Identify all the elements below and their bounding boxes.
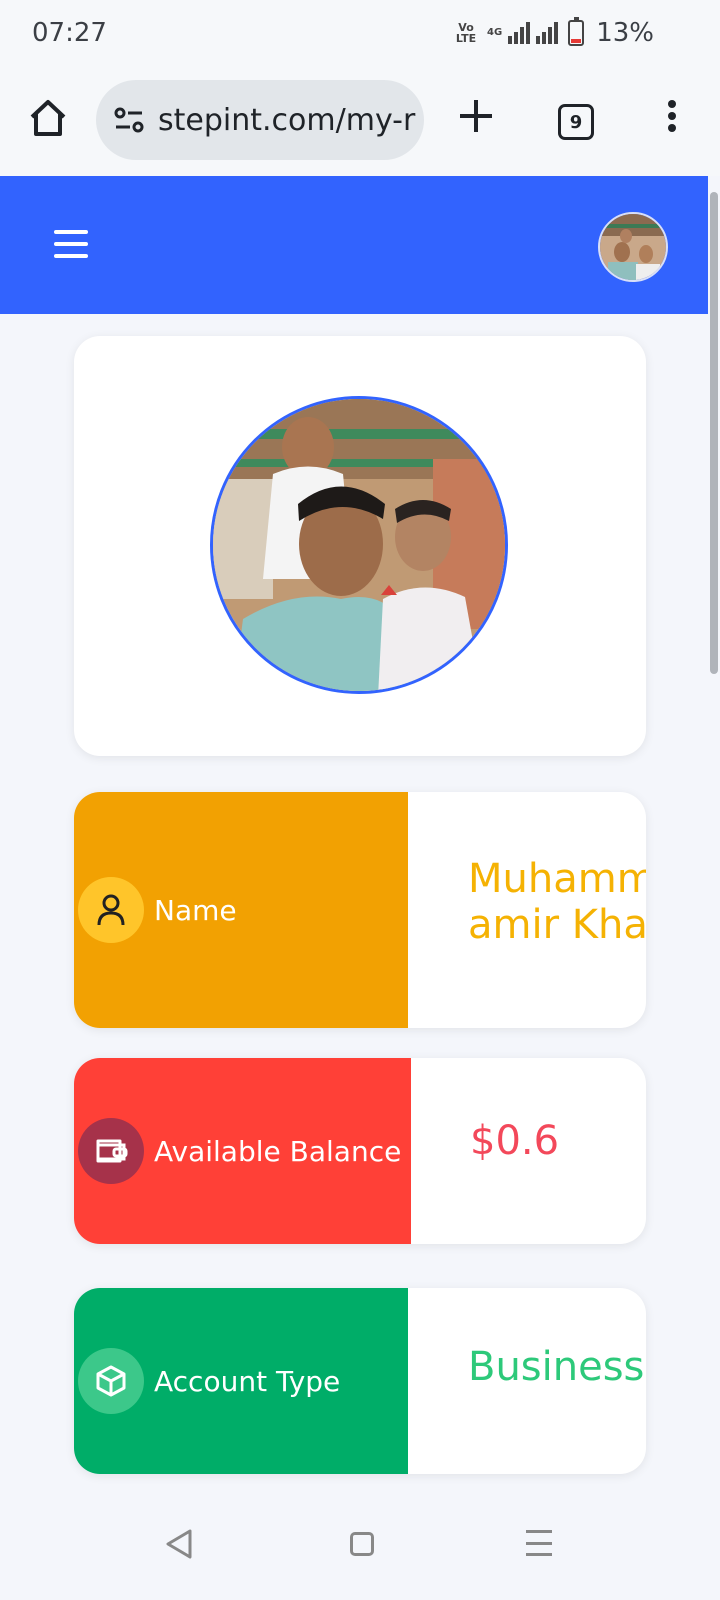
account-type-label: Account Type: [154, 1364, 341, 1398]
back-icon[interactable]: [164, 1528, 194, 1560]
signal-icon: [508, 22, 531, 44]
name-label: Name: [154, 893, 237, 927]
address-bar[interactable]: stepint.com/my-r: [96, 80, 424, 160]
battery-icon: [568, 17, 585, 46]
home-icon[interactable]: [26, 96, 70, 140]
profile-photo: [210, 396, 508, 694]
scrollbar[interactable]: [710, 192, 718, 674]
status-indicators: Vo LTE 4G 13%: [451, 17, 654, 48]
package-icon: [78, 1348, 144, 1414]
name-row: Name Muhamm amir Khar: [74, 792, 646, 1028]
more-vert-icon[interactable]: [660, 94, 684, 138]
balance-label-panel: Available Balance: [74, 1058, 411, 1244]
balance-row: Available Balance $0.6: [74, 1058, 646, 1244]
balance-label: Available Balance: [154, 1134, 402, 1168]
name-value: Muhamm amir Khar: [468, 856, 646, 948]
account-type-label-panel: Account Type: [74, 1288, 408, 1474]
signal-icon: [536, 22, 559, 44]
site-settings-icon[interactable]: [112, 103, 146, 137]
battery-percent: 13%: [596, 18, 654, 48]
balance-value: $0.6: [470, 1118, 560, 1164]
profile-photo-card: [74, 336, 646, 756]
name-value-line: Muhamm: [468, 856, 646, 902]
account-type-row: Account Type Business: [74, 1288, 646, 1474]
network-type: 4G: [487, 27, 503, 38]
user-icon: [78, 877, 144, 943]
name-value-line: amir Khar: [468, 902, 646, 948]
wallet-icon: [78, 1118, 144, 1184]
browser-toolbar: stepint.com/my-r 9: [0, 66, 720, 176]
page-header: [0, 176, 708, 314]
volte-indicator: Vo LTE: [455, 21, 477, 45]
account-type-value: Business: [468, 1344, 645, 1390]
status-bar: 07:27 Vo LTE 4G 13%: [0, 0, 720, 66]
hamburger-menu-icon[interactable]: [54, 230, 88, 258]
status-time: 07:27: [32, 18, 107, 48]
recents-icon[interactable]: [526, 1530, 552, 1556]
avatar[interactable]: [598, 212, 668, 282]
system-nav-bar: [0, 1506, 720, 1600]
tab-switcher-icon[interactable]: 9: [558, 104, 594, 140]
home-square-icon[interactable]: [350, 1532, 374, 1556]
name-label-panel: Name: [74, 792, 408, 1028]
url-text: stepint.com/my-r: [158, 102, 416, 138]
plus-icon[interactable]: [454, 94, 498, 138]
